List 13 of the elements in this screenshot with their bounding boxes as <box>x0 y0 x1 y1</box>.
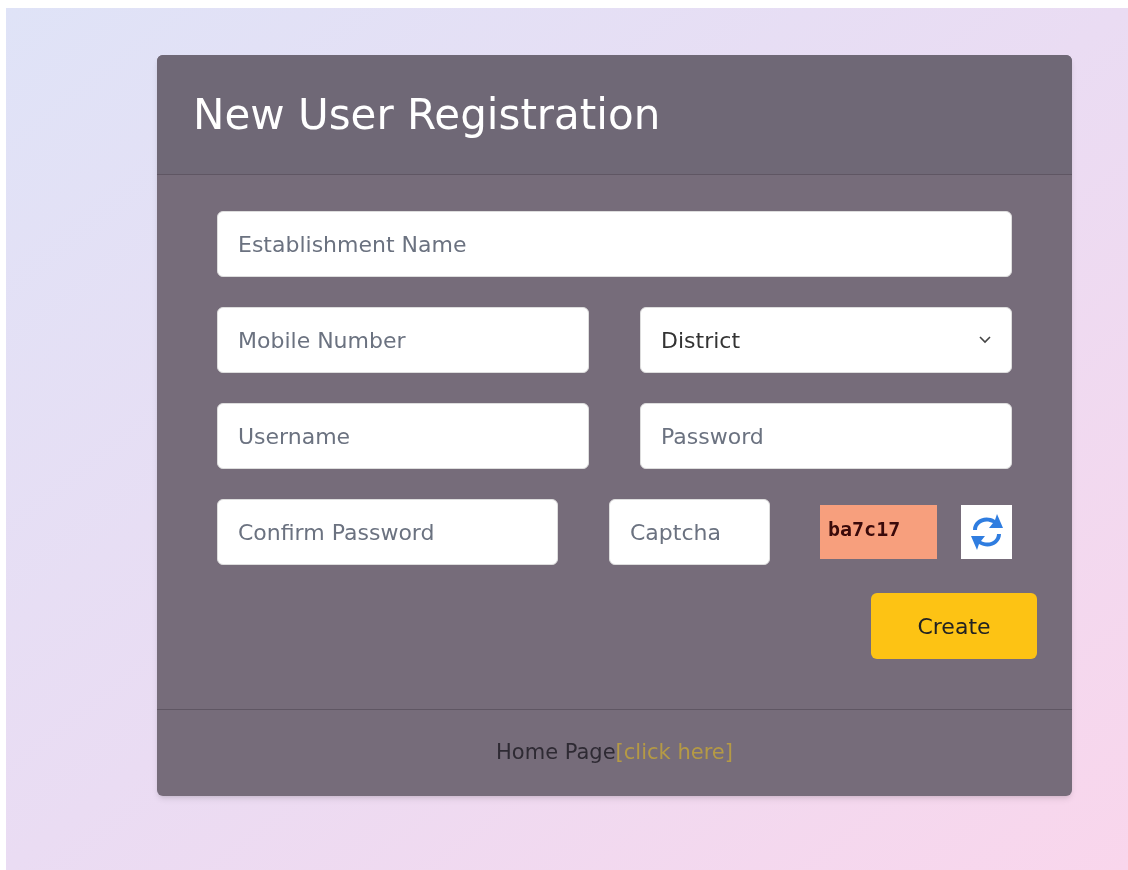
text-field[interactable]: Password <box>640 403 1012 469</box>
form-title: New User Registration <box>193 89 661 141</box>
captcha-image: ba7c17 <box>820 505 937 559</box>
refresh-button[interactable] <box>961 505 1012 559</box>
district-dropdown[interactable]: District <box>640 307 1012 373</box>
text-field[interactable]: Username <box>217 403 589 469</box>
text-field[interactable]: Establishment Name <box>217 211 1012 277</box>
text-field[interactable]: Mobile Number <box>217 307 589 373</box>
footer-label: Home Page <box>496 739 616 767</box>
chevron-icon <box>979 336 991 344</box>
create-button[interactable]: Create <box>871 593 1037 659</box>
captcha-field[interactable]: Captcha <box>609 499 770 565</box>
text-field[interactable]: Confirm Password <box>217 499 558 565</box>
